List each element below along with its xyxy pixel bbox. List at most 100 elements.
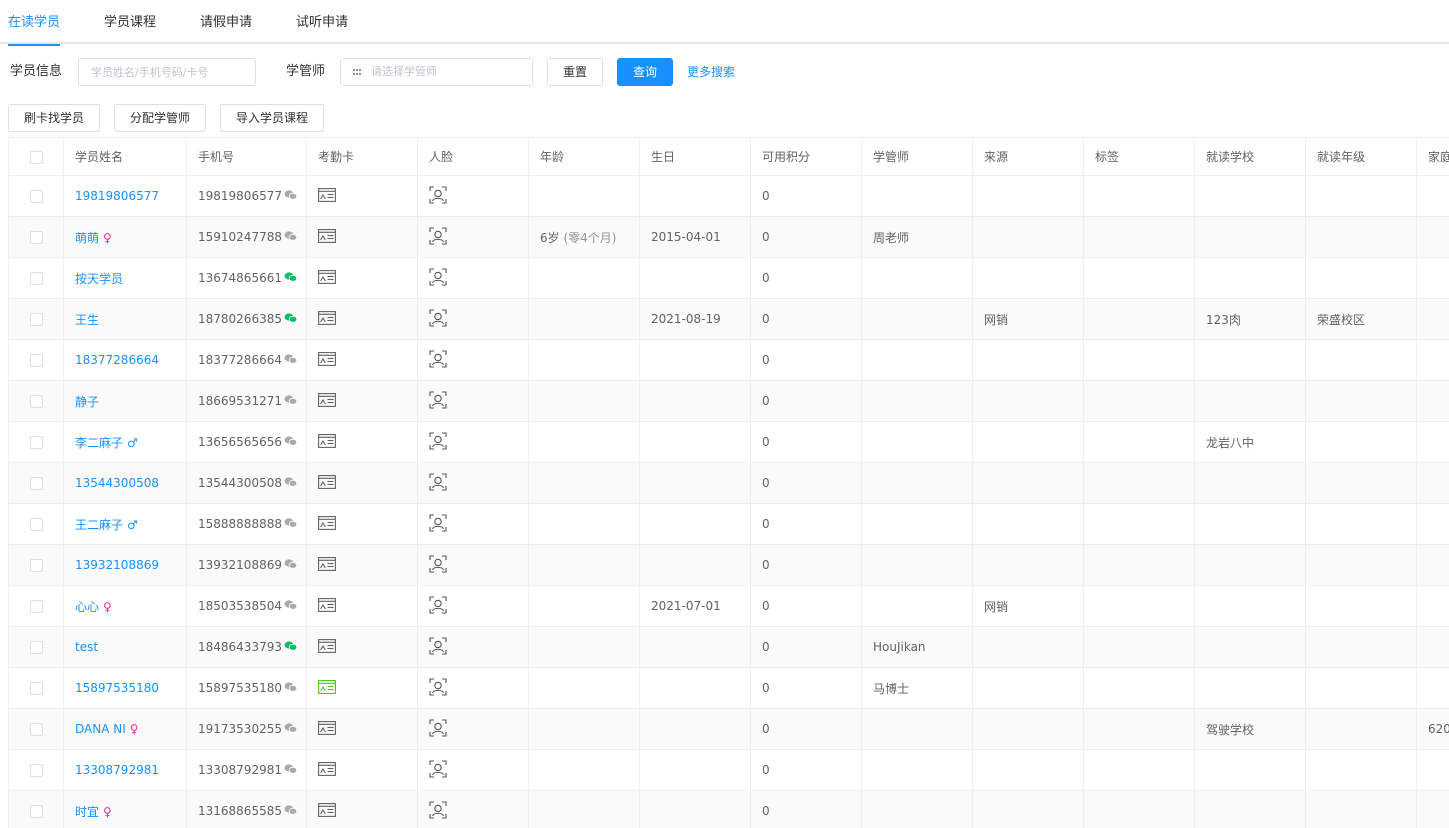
row-checkbox[interactable] (29, 477, 43, 490)
wechat-icon[interactable] (284, 230, 298, 244)
swipe-card-find-button[interactable]: 刷卡找学员 (8, 104, 100, 132)
attendance-card-icon[interactable] (318, 310, 336, 328)
student-name-link[interactable]: 13932108869 (75, 558, 159, 572)
header-phone[interactable]: 手机号 (186, 137, 307, 176)
attendance-card-icon[interactable] (318, 269, 336, 287)
student-info-input[interactable] (78, 58, 256, 86)
header-school[interactable]: 就读学校 (1194, 137, 1306, 176)
face-scan-icon[interactable] (429, 472, 447, 494)
reset-button[interactable]: 重置 (547, 58, 603, 86)
wechat-icon[interactable] (284, 312, 298, 326)
face-scan-icon[interactable] (429, 267, 447, 289)
face-scan-icon[interactable] (429, 226, 447, 248)
header-card[interactable]: 考勤卡 (306, 137, 418, 176)
manager-select[interactable]: 请选择学管师 (340, 58, 533, 86)
row-checkbox[interactable] (29, 354, 43, 367)
tab-current-students[interactable]: 在读学员 (8, 0, 61, 46)
header-manager[interactable]: 学管师 (861, 137, 973, 176)
header-home[interactable]: 家庭 (1416, 137, 1449, 176)
face-scan-icon[interactable] (429, 800, 447, 822)
header-birthday[interactable]: 生日 (639, 137, 751, 176)
row-checkbox[interactable] (29, 682, 43, 695)
face-scan-icon[interactable] (429, 636, 447, 658)
tab-trial-requests[interactable]: 试听申请 (296, 0, 348, 44)
tab-student-courses[interactable]: 学员课程 (104, 0, 156, 44)
student-name-link[interactable]: 时宜 (75, 805, 99, 819)
header-grade[interactable]: 就读年级 (1305, 137, 1417, 176)
attendance-card-icon[interactable] (318, 392, 336, 410)
student-name-link[interactable]: 按天学员 (75, 272, 123, 286)
wechat-icon[interactable] (284, 722, 298, 736)
student-name-link[interactable]: 萌萌 (75, 231, 99, 245)
wechat-icon[interactable] (284, 435, 298, 449)
wechat-icon[interactable] (284, 681, 298, 695)
student-name-link[interactable]: 18377286664 (75, 353, 159, 367)
row-checkbox[interactable] (29, 436, 43, 449)
attendance-card-icon[interactable] (318, 351, 336, 369)
attendance-card-icon[interactable] (318, 761, 336, 779)
query-button[interactable]: 查询 (617, 58, 673, 86)
wechat-icon[interactable] (284, 804, 298, 818)
header-tag[interactable]: 标签 (1083, 137, 1195, 176)
student-name-link[interactable]: 心心 (75, 600, 99, 614)
attendance-card-icon[interactable] (318, 679, 336, 697)
row-checkbox[interactable] (29, 559, 43, 572)
face-scan-icon[interactable] (429, 513, 447, 535)
assign-manager-button[interactable]: 分配学管师 (114, 104, 206, 132)
attendance-card-icon[interactable] (318, 802, 336, 820)
header-age[interactable]: 年龄 (528, 137, 640, 176)
student-name-link[interactable]: 王生 (75, 313, 99, 327)
row-checkbox[interactable] (29, 764, 43, 777)
attendance-card-icon[interactable] (318, 597, 336, 615)
student-name-link[interactable]: 19819806577 (75, 189, 159, 203)
face-scan-icon[interactable] (429, 185, 447, 207)
student-name-link[interactable]: 静子 (75, 395, 99, 409)
wechat-icon[interactable] (284, 599, 298, 613)
student-name-link[interactable]: 王二麻子 (75, 518, 123, 532)
attendance-card-icon[interactable] (318, 187, 336, 205)
face-scan-icon[interactable] (429, 554, 447, 576)
face-scan-icon[interactable] (429, 431, 447, 453)
row-checkbox[interactable] (29, 518, 43, 531)
student-name-link[interactable]: test (75, 640, 98, 654)
attendance-card-icon[interactable] (318, 638, 336, 656)
wechat-icon[interactable] (284, 394, 298, 408)
select-all-checkbox[interactable] (29, 150, 43, 164)
row-checkbox[interactable] (29, 641, 43, 654)
face-scan-icon[interactable] (429, 759, 447, 781)
attendance-card-icon[interactable] (318, 720, 336, 738)
row-checkbox[interactable] (29, 190, 43, 203)
row-checkbox[interactable] (29, 231, 43, 244)
wechat-icon[interactable] (284, 189, 298, 203)
face-scan-icon[interactable] (429, 677, 447, 699)
row-checkbox[interactable] (29, 313, 43, 326)
student-name-link[interactable]: 13544300508 (75, 476, 159, 490)
wechat-icon[interactable] (284, 353, 298, 367)
face-scan-icon[interactable] (429, 595, 447, 617)
attendance-card-icon[interactable] (318, 515, 336, 533)
student-name-link[interactable]: 13308792981 (75, 763, 159, 777)
row-checkbox[interactable] (29, 600, 43, 613)
wechat-icon[interactable] (284, 271, 298, 285)
import-course-button[interactable]: 导入学员课程 (220, 104, 324, 132)
row-checkbox[interactable] (29, 272, 43, 285)
student-name-link[interactable]: 15897535180 (75, 681, 159, 695)
wechat-icon[interactable] (284, 640, 298, 654)
header-source[interactable]: 来源 (972, 137, 1084, 176)
attendance-card-icon[interactable] (318, 433, 336, 451)
row-checkbox[interactable] (29, 395, 43, 408)
wechat-icon[interactable] (284, 517, 298, 531)
header-name[interactable]: 学员姓名 (63, 137, 187, 176)
attendance-card-icon[interactable] (318, 556, 336, 574)
row-checkbox[interactable] (29, 805, 43, 818)
face-scan-icon[interactable] (429, 390, 447, 412)
attendance-card-icon[interactable] (318, 474, 336, 492)
attendance-card-icon[interactable] (318, 228, 336, 246)
tab-leave-requests[interactable]: 请假申请 (200, 0, 252, 44)
row-checkbox[interactable] (29, 723, 43, 736)
header-points[interactable]: 可用积分 (750, 137, 862, 176)
more-search-link[interactable]: 更多搜索 (687, 58, 735, 86)
face-scan-icon[interactable] (429, 718, 447, 740)
wechat-icon[interactable] (284, 763, 298, 777)
face-scan-icon[interactable] (429, 308, 447, 330)
